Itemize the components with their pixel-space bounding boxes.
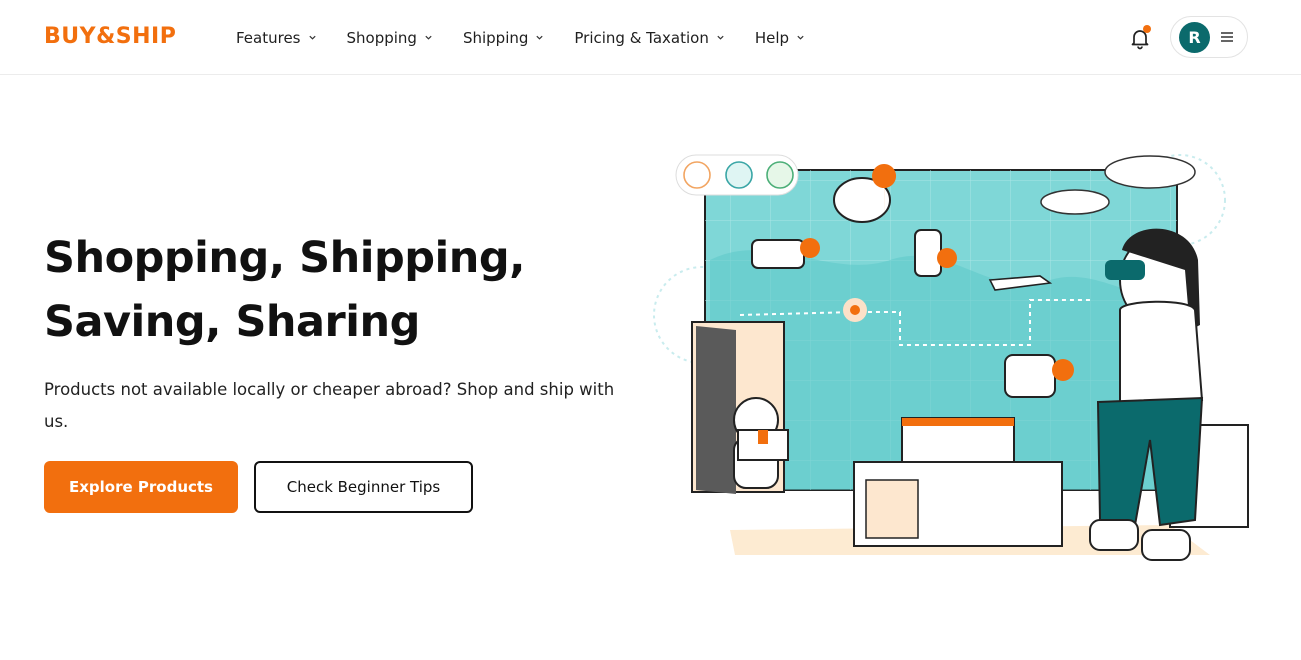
nav-shopping[interactable]: Shopping	[347, 29, 433, 47]
nav-pricing-label: Pricing & Taxation	[574, 28, 709, 47]
house-icon	[766, 161, 794, 189]
hero-subtitle: Products not available locally or cheape…	[44, 380, 615, 431]
chevron-down-icon	[797, 35, 804, 40]
site-header: BUY&SHIP Features Shopping Shipping Pric…	[0, 0, 1301, 75]
chevron-down-icon	[308, 35, 316, 40]
notification-button[interactable]	[1128, 25, 1152, 50]
hoodie-icon	[1004, 354, 1056, 398]
nav-pricing-taxation[interactable]: Pricing & Taxation	[574, 29, 724, 47]
user-menu-button[interactable]: R	[1170, 16, 1248, 58]
avatar: R	[1179, 22, 1210, 53]
nav-features[interactable]: Features	[236, 29, 317, 47]
nav-shipping-label: Shipping	[462, 28, 529, 47]
notification-dot	[1143, 25, 1151, 33]
mail-bag	[865, 479, 919, 539]
explore-products-button[interactable]: Explore Products	[44, 461, 238, 513]
shopping-bag-icon	[683, 161, 711, 189]
parcel-tape	[758, 430, 768, 444]
cloud-icon	[1104, 155, 1196, 189]
door	[696, 326, 736, 494]
nav-shopping-label: Shopping	[346, 28, 417, 47]
sneaker-icon	[751, 239, 805, 269]
cloud-icon	[1040, 189, 1110, 215]
hamburger-icon	[1221, 32, 1233, 42]
hero-title-line2: Saving, Sharing	[44, 297, 420, 347]
hero-illustration	[653, 154, 1249, 561]
chevron-down-icon	[717, 35, 724, 40]
location-dot	[850, 305, 860, 315]
nav-help-label: Help	[754, 28, 790, 47]
nav-help[interactable]: Help	[755, 29, 805, 47]
hero-title: Shopping, Shipping, Saving, Sharing	[44, 226, 604, 354]
discount-pin-icon	[937, 248, 957, 268]
chevron-down-icon	[536, 35, 544, 40]
discount-pin-icon	[1052, 359, 1074, 381]
sneaker-icon	[1141, 529, 1191, 561]
main-nav: Features Shopping Shipping Pricing & Tax…	[236, 0, 835, 75]
hero-title-line1: Shopping, Shipping,	[44, 233, 525, 283]
nav-shipping[interactable]: Shipping	[463, 29, 544, 47]
check-beginner-tips-button[interactable]: Check Beginner Tips	[254, 461, 473, 513]
parcel-box-stripe	[902, 418, 1014, 426]
binoculars-icon	[1105, 260, 1145, 280]
watch-icon	[914, 229, 942, 277]
sneaker-icon	[1089, 519, 1139, 551]
airplane-icon	[725, 161, 753, 189]
buyandship-logo[interactable]: BUY&SHIP	[44, 24, 176, 50]
discount-pin-icon	[800, 238, 820, 258]
girl-shirt	[1119, 300, 1204, 404]
chevron-down-icon	[425, 35, 432, 40]
nav-features-label: Features	[236, 28, 301, 47]
